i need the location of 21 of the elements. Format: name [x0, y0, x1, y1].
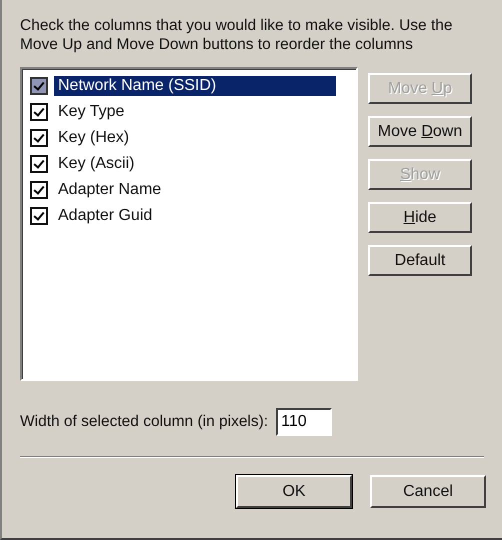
- list-item[interactable]: Network Name (SSID): [54, 76, 336, 96]
- list-item[interactable]: Adapter Guid: [54, 206, 156, 226]
- column-list[interactable]: Network Name (SSID) Key Type Key (Hex) Key (Ascii) Adapter Name Adapter Guid: [20, 67, 358, 381]
- cancel-button[interactable]: Cancel: [370, 475, 486, 508]
- checkbox[interactable]: [30, 207, 48, 225]
- ok-button[interactable]: OK: [236, 475, 352, 508]
- list-item[interactable]: Key Type: [54, 102, 128, 122]
- checkbox[interactable]: [30, 155, 48, 173]
- checkbox[interactable]: [30, 77, 48, 95]
- list-item[interactable]: Adapter Name: [54, 180, 166, 200]
- width-input[interactable]: 110: [276, 408, 332, 436]
- side-button[interactable]: Default: [368, 245, 472, 276]
- checkbox[interactable]: [30, 181, 48, 199]
- list-item[interactable]: Key (Hex): [54, 128, 134, 148]
- checkbox[interactable]: [30, 103, 48, 121]
- side-button[interactable]: Hide: [368, 202, 472, 233]
- list-item[interactable]: Key (Ascii): [54, 154, 138, 174]
- checkbox[interactable]: [30, 129, 48, 147]
- width-label: Width of selected column (in pixels):: [20, 413, 268, 431]
- side-button[interactable]: Move Down: [368, 116, 472, 147]
- instruction-text: Check the columns that you would like to make visible. Use the Move Up and Move Down buttons to reorder the columns: [20, 16, 454, 54]
